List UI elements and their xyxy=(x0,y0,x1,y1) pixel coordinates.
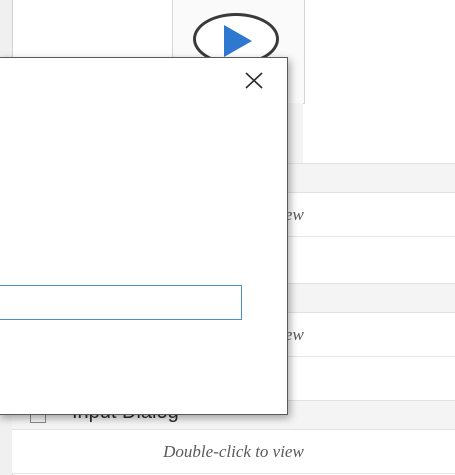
play-icon xyxy=(224,25,252,57)
dialog-window xyxy=(0,57,288,415)
close-icon xyxy=(245,72,263,89)
close-button[interactable] xyxy=(237,66,271,96)
activity-hint: Double-click to view xyxy=(163,442,304,461)
dialog-text-input[interactable] xyxy=(0,285,242,320)
activity-body[interactable]: Double-click to view xyxy=(12,430,455,474)
